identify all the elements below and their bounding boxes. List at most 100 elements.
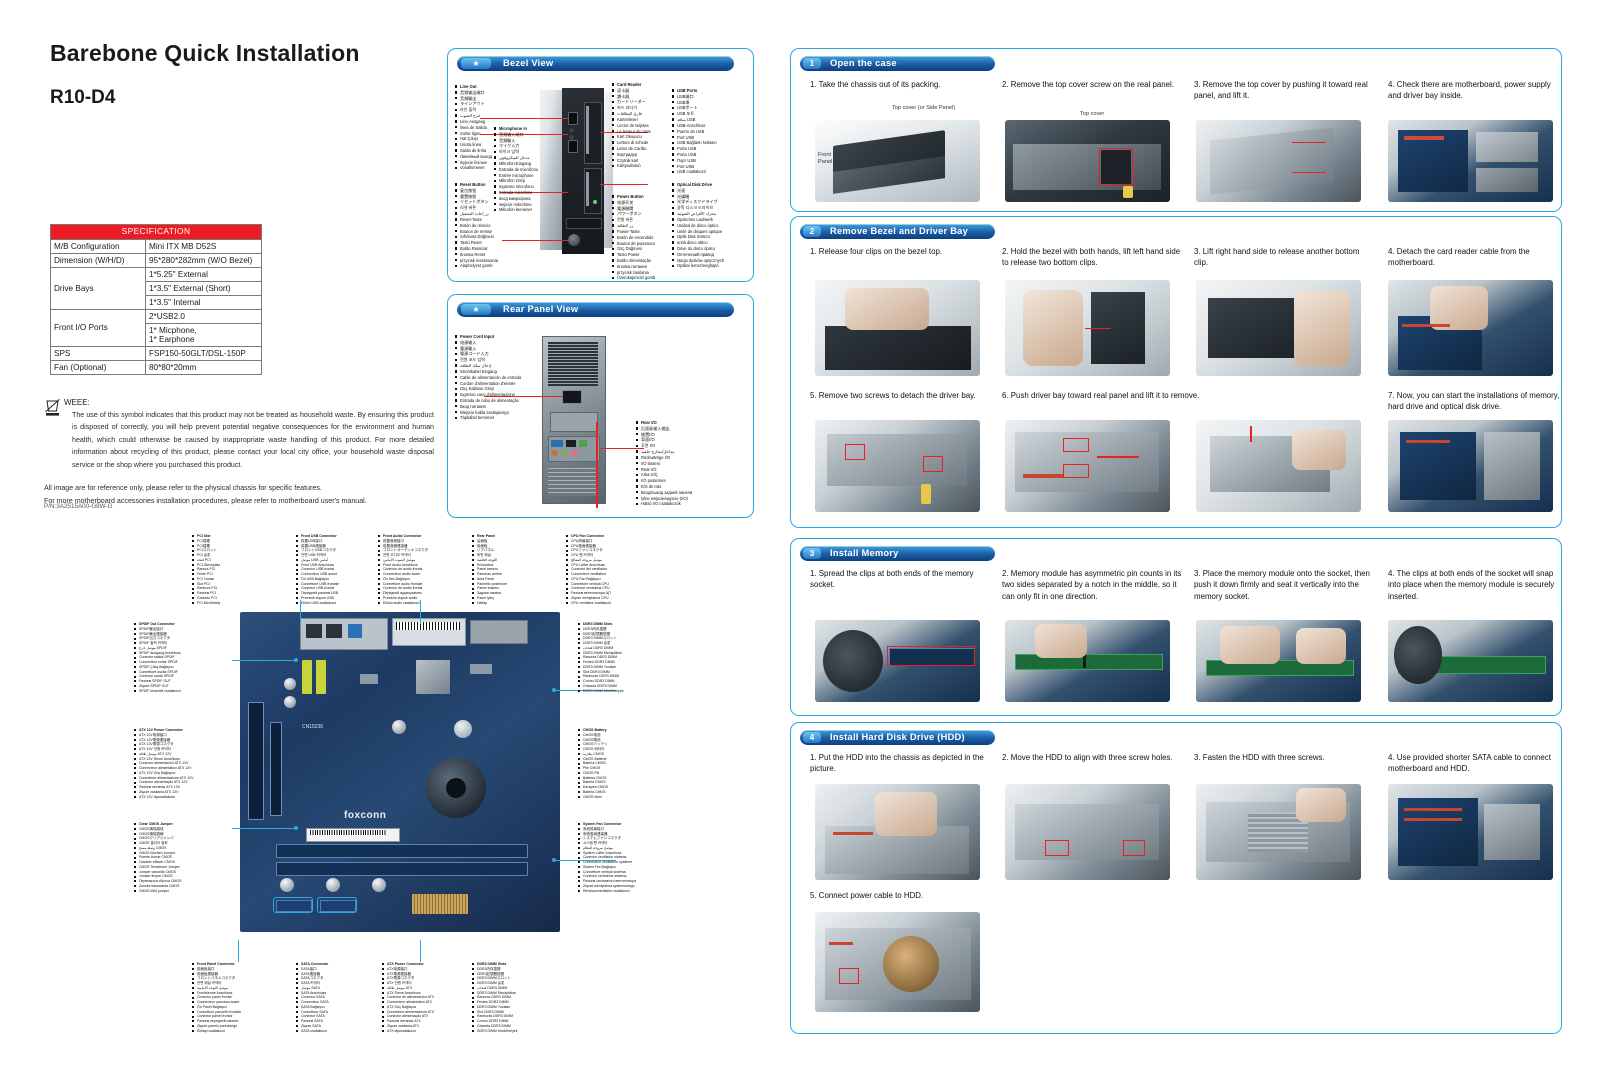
step-caption: 2. Remove the top cover screw on the rea…: [1002, 80, 1174, 89]
step-photo-inside: [1388, 120, 1553, 202]
section-2-number: 2: [803, 226, 821, 237]
section-2-title: Remove Bezel and Driver Bay: [830, 226, 968, 236]
rear-panel-view-header: ★ Rear Panel View: [457, 302, 734, 317]
step-photo-put-hdd: [815, 784, 980, 880]
step-photo-spread-clips: [815, 620, 980, 702]
weee-body: The use of this symbol indicates that th…: [72, 411, 434, 469]
label-front-audio-connector: Front Audio Connector 前置音频接口 前置音頻連接器 フロント…: [378, 534, 428, 605]
step-photo-align-hdd: [1005, 784, 1170, 880]
bezel-view-title: Bezel View: [503, 58, 554, 68]
section-4-number: 4: [803, 732, 821, 743]
spec-value: 1*3.5" External (Short): [145, 281, 262, 296]
section-4-header: 4 Install Hard Disk Drive (HDD): [800, 730, 995, 745]
spec-value: 1*3.5" Internal: [145, 295, 262, 310]
step-photo-sata-cable: [1388, 784, 1553, 880]
weee-heading: WEEE:: [64, 398, 90, 407]
star-icon: ★: [461, 58, 491, 69]
label-card-reader: Card Reader 读卡器 讀卡器 カードリーダー 카드 리더기 قارئ الب…: [612, 82, 651, 169]
step-caption: 3. Place the memory module onto the sock…: [1194, 569, 1370, 601]
step-caption: 6. Push driver bay toward real panel and…: [1002, 391, 1200, 400]
step-caption: 4. The clips at both ends of the socket …: [1388, 569, 1555, 601]
spec-key: Dimension (W/H/D): [50, 253, 146, 268]
spec-value: Mini ITX MB D52S: [145, 239, 262, 254]
step-photo-lift-left: [1005, 280, 1170, 376]
step-photo-card-reader-cable: [1388, 280, 1553, 376]
label-system-fan-connector: System Fan Connector 系统风扇接口 系統風扇連接器 システムフ…: [578, 822, 636, 893]
model-name: R10-D4: [50, 87, 116, 108]
spec-value: 2*USB2.0: [145, 309, 262, 324]
annotation-top-cover-2: Top cover: [1080, 111, 1105, 117]
step-photo-ready: [1388, 420, 1553, 512]
step-photo-clips-snap: [1388, 620, 1553, 702]
section-1-header: 1 Open the case: [800, 56, 995, 71]
spec-value: 1* Micphone, 1* Earphone: [145, 323, 262, 347]
step-caption: 3. Lift right hand side to release anoth…: [1194, 247, 1360, 268]
bezel-view-header: ★ Bezel View: [457, 56, 734, 71]
step-photo-bezel-clips: [815, 280, 980, 376]
label-power-button: Power Button 电源开关 電源開關 パワーボタン 전원 버튼 زر الطا…: [612, 194, 655, 281]
label-usb-ports: USB Ports USB端口 USB埠 USBポート USB 포트 منافذ US…: [672, 88, 717, 175]
spec-value: 80*80*20mm: [145, 359, 262, 375]
label-ddr3-dimm-slots-bottom: DDR3 DIMM Slots DDR3内存插槽 DDR3記憶體插槽 DDR3 D…: [472, 962, 517, 1033]
specification-table: SPECIFICATION M/B Configuration Mini ITX…: [50, 224, 262, 375]
label-line-out: Line Out 音频输出端口 音頻輸出 ラインアウト 라인 출력 خرج الصوت…: [455, 84, 492, 171]
star-icon: ★: [461, 304, 491, 315]
step-caption: 5. Connect power cable to HDD.: [810, 891, 924, 900]
label-clear-cmos-jumper: Clear CMOS Jumper CMOS清除跳线 CMOS清除跳線 CMOSク…: [134, 822, 181, 893]
label-atx-power-connector: ATX Power Connector ATX电源接口 ATX電源連接器 ATX電…: [382, 962, 434, 1033]
page-root: Barebone Quick Installation R10-D4 SPECI…: [0, 0, 1600, 1081]
label-sata-connector: SATA Connector SATA接口 SATA連接器 SATAコネクタ SAT…: [296, 962, 329, 1033]
section-1-number: 1: [803, 58, 821, 69]
label-front-panel-connector: Front Panel Connector 前面板接口 前面板連接器 フロントパネ…: [192, 962, 241, 1033]
step-photo-fasten-hdd: [1196, 784, 1361, 880]
label-cmos-battery: CMOS Battery CMOS电池 CMOS電池 CMOSバッテリ CMOS 배…: [578, 728, 608, 799]
label-cpu-fan-connector: CPU Fan Connector CPU风扇接口 CPU風扇連接器 CPUファン…: [566, 534, 611, 605]
step-caption: 4. Check there are motherboard, power su…: [1388, 80, 1551, 101]
step-caption: 3. Fasten the HDD with three screws.: [1194, 753, 1325, 762]
weee-notice: WEEE: The use of this symbol indicates t…: [44, 398, 434, 507]
page-title: Barebone Quick Installation: [50, 40, 360, 66]
step-caption: 4. Detach the card reader cable from the…: [1388, 247, 1530, 268]
rear-panel-view-title: Rear Panel View: [503, 304, 579, 314]
section-3-number: 3: [803, 548, 821, 559]
spec-key: M/B Configuration: [50, 239, 146, 254]
step-photo-remove-screws: [815, 420, 980, 512]
step-photo-lift-cover: [1196, 120, 1361, 202]
spec-value: 95*280*282mm (W/O Bezel): [145, 253, 262, 268]
label-rear-panel: Rear Panel 后面板 後面板 リアパネル 후면 패널 اللوحة الخل…: [472, 534, 507, 605]
step-caption: 4. Use provided shorter SATA cable to co…: [1388, 753, 1551, 774]
step-caption: 1. Take the chassis out of its packing.: [810, 80, 941, 89]
step-photo-memory-notch: [1005, 620, 1170, 702]
step-caption: 1. Put the HDD into the chassis as depic…: [810, 753, 984, 774]
spec-key: Drive Bays: [50, 267, 146, 310]
weee-note-1: All image are for reference only, please…: [44, 484, 322, 493]
label-spdif-out-connector: SPDIF Out Connector SPDIF输出接口 SPDIF輸出連接器 …: [134, 622, 181, 693]
label-optical-disk-drive: Optical Disk Drive 光驱 光碟機 光学ディスクドライブ 광학 디스…: [672, 182, 724, 269]
annotation-top-cover: Top cover (or Side Panel): [892, 105, 956, 111]
step-photo-lift-driver-bay: [1196, 420, 1361, 512]
step-caption: 1. Release four clips on the bezel top.: [810, 247, 943, 256]
section-4-title: Install Hard Disk Drive (HDD): [830, 732, 965, 742]
step-caption: 2. Memory module has asymmetric pin coun…: [1002, 569, 1182, 601]
spec-value: 1*5.25" External: [145, 267, 262, 282]
label-rear-io: Rear I/O 后面板输入输出 後置I/O 背面I/O 후면 I/O مداخل/م…: [636, 420, 692, 507]
label-reset-button: Reset Button 复位按钮 重置按鈕 リセットボタン 리셋 버튼 زر إعا…: [455, 182, 498, 269]
label-ddr3-dimm-slots: DDR3 DIMM Slots DDR3内存插槽 DDR3記憶體插槽 DDR3 D…: [578, 622, 623, 693]
board-marking: CN15235: [302, 724, 324, 730]
step-caption: 5. Remove two screws to detach the drive…: [810, 391, 976, 400]
step-photo-push-driver-bay: [1005, 420, 1170, 512]
section-1-title: Open the case: [830, 58, 897, 68]
label-power-cord-input: Power Cord Input 电源输入 電源輸入 電源コード入力 전원 코드 입…: [455, 334, 521, 421]
section-2-header: 2 Remove Bezel and Driver Bay: [800, 224, 995, 239]
step-caption: 3. Remove the top cover by pushing it to…: [1194, 80, 1368, 101]
section-3-title: Install Memory: [830, 548, 899, 558]
label-atx-12v-power-connector: ATX 12V Power Connector ATX 12V电源接口 ATX 1…: [134, 728, 193, 799]
step-caption: 1. Spread the clips at both ends of the …: [810, 569, 974, 590]
label-front-usb-connector: Front USB Connector 前置USB接口 前置USB連接器 フロント…: [296, 534, 339, 605]
rear-panel-illustration: [484, 336, 644, 508]
spec-key: Fan (Optional): [50, 359, 146, 375]
spec-key: SPS: [50, 345, 146, 361]
board-brand: foxconn: [344, 810, 387, 821]
weee-bin-icon: [45, 398, 60, 416]
step-photo-seat-memory: [1196, 620, 1361, 702]
